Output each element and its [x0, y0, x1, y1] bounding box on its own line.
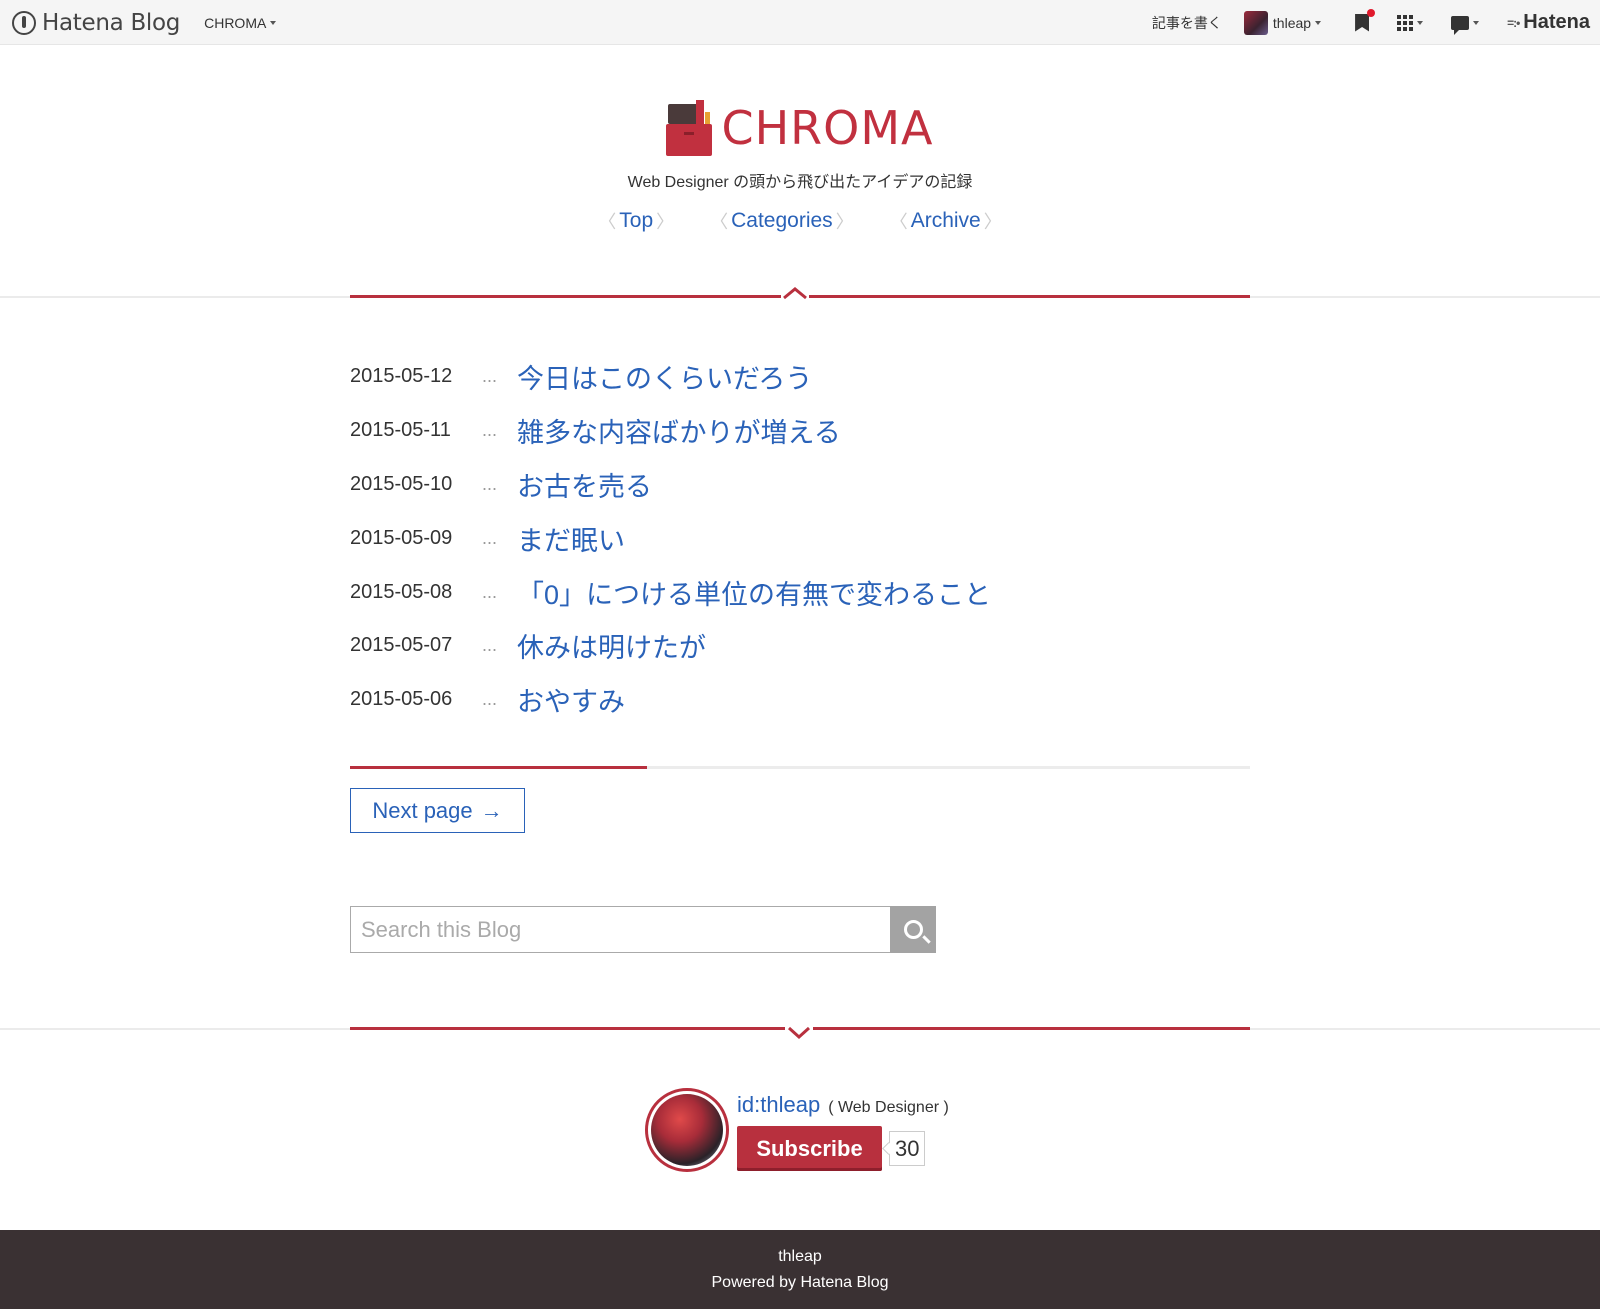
chevron-down-icon	[1417, 20, 1424, 25]
entry-title-link[interactable]: 雑多な内容ばかりが増える	[517, 411, 841, 450]
top-bar: Hatena Blog CHROMA 記事を書く thleap =:• Hate…	[0, 0, 1600, 45]
entry-separator: ...	[482, 635, 498, 656]
avatar	[1243, 10, 1268, 35]
entry-title-link[interactable]: おやすみ	[517, 680, 625, 719]
entry-date: 2015-05-09	[350, 526, 453, 549]
blog-menu-dropdown[interactable]: CHROMA	[204, 14, 277, 31]
list-item: 2015-05-11... 雑多な内容ばかりが増える	[350, 404, 1250, 458]
entry-separator: ...	[482, 473, 498, 494]
footer-blog-owner-link[interactable]: thleap	[778, 1248, 822, 1265]
subscriber-count: 30	[889, 1131, 926, 1166]
pager-progress-fill	[350, 766, 647, 769]
subscribe-button[interactable]: Subscribe	[737, 1126, 882, 1171]
apps-menu-button[interactable]	[1397, 14, 1424, 31]
nav-top[interactable]: 〈 Top 〉	[595, 208, 677, 234]
blog-menu-label: CHROMA	[204, 14, 267, 31]
chevron-down-icon	[270, 20, 277, 25]
entry-separator: ...	[482, 420, 498, 441]
nav-archive[interactable]: 〈 Archive 〉	[887, 208, 1005, 234]
entry-date: 2015-05-11	[350, 419, 451, 442]
next-page-button[interactable]: Next page →	[350, 788, 525, 833]
hatena-link[interactable]: =:• Hatena	[1507, 11, 1590, 34]
list-item: 2015-05-07... 休みは明けたが	[350, 619, 1250, 673]
nav-top-label: Top	[619, 209, 654, 232]
arrow-right-icon: →	[480, 797, 503, 823]
search-icon	[903, 920, 923, 939]
nav-archive-label: Archive	[910, 209, 981, 232]
write-article-link[interactable]: 記事を書く	[1152, 13, 1222, 33]
blog-title: CHROMA	[721, 101, 934, 155]
powered-by-link[interactable]: Powered by Hatena Blog	[712, 1274, 889, 1291]
nav-categories-label: Categories	[731, 209, 833, 232]
entry-date: 2015-05-12	[350, 365, 453, 388]
nav-categories[interactable]: 〈 Categories 〉	[707, 208, 857, 234]
list-item: 2015-05-09... まだ眠い	[350, 511, 1250, 565]
avatar	[651, 1094, 723, 1166]
author-profile: id:thleap ( Web Designer ) Subscribe 30	[645, 1088, 949, 1172]
hatena-logo-icon: =:•	[1507, 15, 1520, 30]
entry-date: 2015-05-07	[350, 634, 453, 657]
entry-separator: ...	[482, 527, 498, 548]
username: thleap	[1272, 14, 1312, 31]
entry-separator: ...	[482, 581, 498, 602]
chevron-down-icon	[1473, 20, 1480, 25]
hatena-label: Hatena	[1523, 11, 1590, 33]
bookmark-icon	[1355, 13, 1370, 32]
author-role: ( Web Designer )	[828, 1099, 949, 1116]
entry-separator: ...	[482, 366, 498, 387]
search-button[interactable]	[890, 906, 936, 953]
hatena-blog-logo-icon	[12, 10, 36, 35]
footer: thleap Powered by Hatena Blog	[0, 1230, 1600, 1309]
hatena-blog-brand: Hatena Blog	[42, 9, 181, 36]
entry-title-link[interactable]: お古を売る	[517, 465, 652, 504]
entry-title-link[interactable]: 「0」につける単位の有無で変わること	[517, 573, 991, 612]
user-menu-dropdown[interactable]: thleap	[1243, 10, 1322, 35]
chevron-up-icon	[781, 287, 809, 300]
chevron-down-icon	[785, 1026, 813, 1040]
author-avatar[interactable]	[645, 1088, 729, 1172]
chevron-down-icon	[1315, 20, 1322, 25]
list-item: 2015-05-10... お古を売る	[350, 458, 1250, 512]
search-input[interactable]	[350, 906, 890, 953]
list-item: 2015-05-12... 今日はこのくらいだろう	[350, 350, 1250, 404]
bookmark-button[interactable]	[1355, 8, 1376, 32]
blog-description: Web Designer の頭から飛び出たアイデアの記録	[627, 174, 973, 191]
entry-date: 2015-05-10	[350, 472, 453, 495]
entry-date: 2015-05-06	[350, 688, 453, 711]
global-nav: 〈 Top 〉 〈 Categories 〉 〈 Archive 〉	[0, 208, 1600, 234]
entry-title-link[interactable]: まだ眠い	[517, 519, 625, 558]
entry-title-link[interactable]: 休みは明けたが	[517, 626, 706, 665]
entry-title-link[interactable]: 今日はこのくらいだろう	[517, 357, 812, 396]
pager-progress-bar	[350, 766, 1250, 769]
comment-icon	[1451, 15, 1470, 35]
search-form	[350, 906, 936, 953]
next-page-label: Next page	[372, 797, 473, 823]
author-id-link[interactable]: id:thleap	[737, 1092, 820, 1118]
comments-menu-button[interactable]	[1451, 15, 1480, 35]
entry-separator: ...	[482, 689, 498, 710]
entry-list: 2015-05-12... 今日はこのくらいだろう 2015-05-11... 雑多…	[350, 350, 1250, 727]
blog-logo-icon	[666, 100, 713, 156]
notification-dot	[1367, 8, 1376, 17]
list-item: 2015-05-06... おやすみ	[350, 673, 1250, 727]
blog-title-link[interactable]: CHROMA	[0, 100, 1600, 156]
list-item: 2015-05-08... 「0」につける単位の有無で変わること	[350, 565, 1250, 619]
hatena-blog-home-link[interactable]: Hatena Blog	[12, 10, 180, 36]
apps-grid-icon	[1397, 14, 1414, 31]
entry-date: 2015-05-08	[350, 580, 453, 603]
